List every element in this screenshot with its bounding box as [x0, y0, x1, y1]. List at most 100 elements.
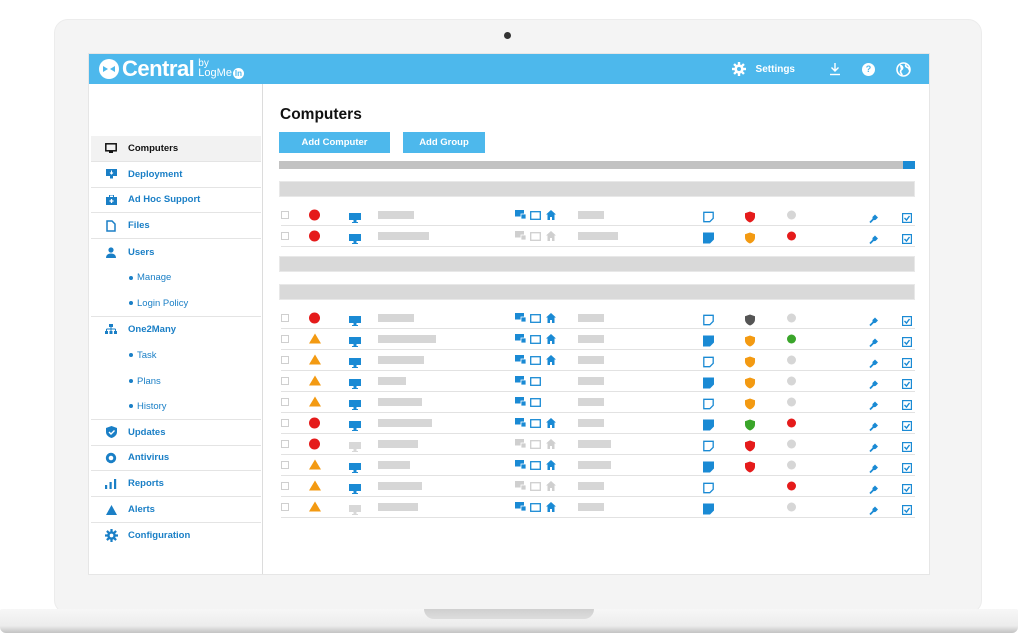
- checkbox-checked-icon[interactable]: [902, 418, 913, 432]
- remote-control-icon[interactable]: [515, 397, 526, 407]
- home-icon[interactable]: [545, 210, 556, 220]
- checkbox-checked-icon[interactable]: [902, 502, 913, 516]
- remote-control-icon[interactable]: [515, 460, 526, 470]
- remote-control-icon[interactable]: [515, 481, 526, 491]
- add-group-button[interactable]: Add Group: [403, 132, 485, 153]
- checkbox-checked-icon[interactable]: [902, 231, 913, 245]
- home-icon[interactable]: [545, 418, 556, 428]
- table-row[interactable]: [281, 476, 915, 497]
- table-row[interactable]: [281, 497, 915, 518]
- screen-icon[interactable]: [530, 481, 541, 491]
- sidebar-item-users[interactable]: Users: [91, 239, 261, 265]
- note-empty-icon[interactable]: [703, 210, 714, 223]
- sidebar-item-one2many[interactable]: One2Many: [91, 317, 261, 343]
- computer-name[interactable]: [378, 377, 406, 385]
- home-icon[interactable]: [545, 502, 556, 512]
- logo[interactable]: Central by LogMe In: [99, 58, 244, 80]
- computer-name[interactable]: [378, 419, 432, 427]
- note-filled-icon[interactable]: [703, 334, 714, 347]
- screen-icon[interactable]: [530, 460, 541, 470]
- note-filled-icon[interactable]: [703, 376, 714, 389]
- sidebar-subitem-history[interactable]: History: [91, 394, 261, 420]
- help-icon[interactable]: ?: [862, 62, 875, 76]
- table-row[interactable]: [281, 226, 915, 247]
- remote-control-icon[interactable]: [515, 376, 526, 386]
- remote-control-icon[interactable]: [515, 439, 526, 449]
- screen-icon[interactable]: [530, 376, 541, 386]
- note-empty-icon[interactable]: [703, 313, 714, 326]
- wrench-icon[interactable]: [869, 356, 878, 369]
- horizontal-scrollbar[interactable]: [279, 161, 915, 169]
- group-header[interactable]: [279, 181, 915, 197]
- wrench-icon[interactable]: [869, 461, 878, 474]
- screen-icon[interactable]: [530, 418, 541, 428]
- wrench-icon[interactable]: [869, 503, 878, 516]
- remote-control-icon[interactable]: [515, 502, 526, 512]
- screen-icon[interactable]: [530, 355, 541, 365]
- checkbox-checked-icon[interactable]: [902, 481, 913, 495]
- download-icon[interactable]: [827, 61, 843, 77]
- home-icon[interactable]: [545, 334, 556, 344]
- group-header[interactable]: [279, 256, 915, 272]
- home-icon[interactable]: [545, 231, 556, 241]
- screen-icon[interactable]: [530, 334, 541, 344]
- screen-icon[interactable]: [530, 439, 541, 449]
- home-icon[interactable]: [545, 460, 556, 470]
- wrench-icon[interactable]: [869, 482, 878, 495]
- globe-icon[interactable]: [895, 61, 911, 77]
- sidebar-subitem-manage[interactable]: Manage: [91, 265, 261, 291]
- note-empty-icon[interactable]: [703, 397, 714, 410]
- sidebar-item-reports[interactable]: Reports: [91, 471, 261, 498]
- sidebar-subitem-login-policy[interactable]: Login Policy: [91, 291, 261, 317]
- computer-name[interactable]: [378, 461, 410, 469]
- sidebar-item-updates[interactable]: Updates: [91, 420, 261, 446]
- checkbox-checked-icon[interactable]: [902, 397, 913, 411]
- note-filled-icon[interactable]: [703, 231, 714, 244]
- computer-name[interactable]: [378, 440, 418, 448]
- note-filled-icon[interactable]: [703, 460, 714, 473]
- row-checkbox[interactable]: [281, 419, 289, 427]
- checkbox-checked-icon[interactable]: [902, 210, 913, 224]
- sidebar-item-antivirus[interactable]: Antivirus: [91, 446, 261, 472]
- table-row[interactable]: [281, 308, 915, 329]
- checkbox-checked-icon[interactable]: [902, 313, 913, 327]
- remote-control-icon[interactable]: [515, 355, 526, 365]
- screen-icon[interactable]: [530, 502, 541, 512]
- table-row[interactable]: [281, 455, 915, 476]
- checkbox-checked-icon[interactable]: [902, 355, 913, 369]
- row-checkbox[interactable]: [281, 440, 289, 448]
- row-checkbox[interactable]: [281, 356, 289, 364]
- checkbox-checked-icon[interactable]: [902, 376, 913, 390]
- table-row[interactable]: [281, 371, 915, 392]
- wrench-icon[interactable]: [869, 419, 878, 432]
- add-computer-button[interactable]: Add Computer: [279, 132, 390, 153]
- table-row[interactable]: [281, 350, 915, 371]
- remote-control-icon[interactable]: [515, 334, 526, 344]
- sidebar-item-computers[interactable]: Computers: [91, 136, 261, 162]
- table-row[interactable]: [281, 329, 915, 350]
- sidebar-item-deployment[interactable]: Deployment: [91, 162, 261, 188]
- wrench-icon[interactable]: [869, 335, 878, 348]
- remote-control-icon[interactable]: [515, 418, 526, 428]
- table-row[interactable]: [281, 413, 915, 434]
- screen-icon[interactable]: [530, 231, 541, 241]
- sidebar-item-configuration[interactable]: Configuration: [91, 523, 261, 549]
- settings-link[interactable]: Settings: [756, 64, 795, 75]
- note-filled-icon[interactable]: [703, 418, 714, 431]
- sidebar-subitem-task[interactable]: Task: [91, 342, 261, 368]
- table-row[interactable]: [281, 434, 915, 455]
- wrench-icon[interactable]: [869, 314, 878, 327]
- checkbox-checked-icon[interactable]: [902, 460, 913, 474]
- row-checkbox[interactable]: [281, 398, 289, 406]
- gear-icon[interactable]: [731, 61, 747, 77]
- checkbox-checked-icon[interactable]: [902, 334, 913, 348]
- home-icon[interactable]: [545, 439, 556, 449]
- row-checkbox[interactable]: [281, 211, 289, 219]
- computer-name[interactable]: [378, 232, 429, 240]
- screen-icon[interactable]: [530, 397, 541, 407]
- table-row[interactable]: [281, 392, 915, 413]
- home-icon[interactable]: [545, 313, 556, 323]
- home-icon[interactable]: [545, 481, 556, 491]
- computer-name[interactable]: [378, 356, 424, 364]
- note-empty-icon[interactable]: [703, 439, 714, 452]
